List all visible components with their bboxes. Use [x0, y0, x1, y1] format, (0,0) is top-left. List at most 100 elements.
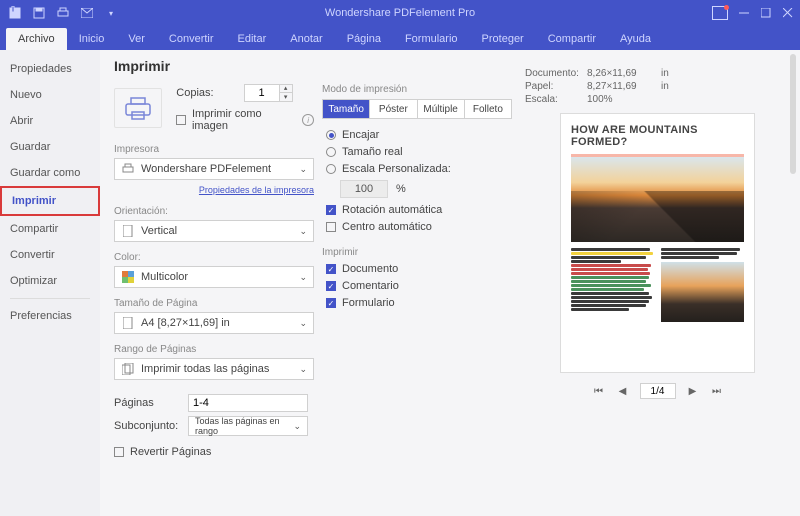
- preview-heading: HOW ARE MOUNTAINS FORMED?: [571, 124, 744, 148]
- preview-metadata: Documento:8,26×11,69in Papel:8,27×11,69i…: [525, 68, 790, 105]
- pager-first-button[interactable]: ⏮: [592, 384, 606, 398]
- fit-radio[interactable]: [326, 130, 336, 140]
- sidebar-item-optimizar[interactable]: Optimizar: [0, 268, 100, 294]
- pager-last-button[interactable]: ⏭: [710, 384, 724, 398]
- print-mode-segment: TamañoPósterMúltipleFolleto: [322, 99, 512, 119]
- copies-input: [245, 85, 279, 101]
- sidebar-item-compartir[interactable]: Compartir: [0, 216, 100, 242]
- copies-up[interactable]: ▴: [280, 85, 292, 93]
- menu-formulario[interactable]: Formulario: [393, 28, 470, 50]
- menu-página[interactable]: Página: [335, 28, 393, 50]
- mode-tab-múltiple[interactable]: Múltiple: [418, 100, 465, 118]
- orientation-select[interactable]: Vertical ⌄: [114, 220, 314, 242]
- print-icon[interactable]: [56, 6, 70, 20]
- pagesize-select[interactable]: A4 [8,27×11,69] in ⌄: [114, 312, 314, 334]
- sidebar-item-guardar[interactable]: Guardar: [0, 134, 100, 160]
- menu-compartir[interactable]: Compartir: [536, 28, 608, 50]
- percent-label: %: [396, 183, 406, 195]
- save-icon[interactable]: [32, 6, 46, 20]
- dropdown-icon[interactable]: ▾: [104, 6, 118, 20]
- auto-rotate-label: Rotación automática: [342, 204, 442, 216]
- close-button[interactable]: [782, 7, 794, 19]
- color-icon: [121, 270, 135, 284]
- page-icon: [121, 316, 135, 330]
- printer-properties-link[interactable]: Propiedades de la impresora: [199, 185, 314, 195]
- notification-icon[interactable]: [712, 6, 728, 20]
- printer-section-label: Impresora: [114, 144, 314, 155]
- print-document-label: Documento: [342, 263, 398, 275]
- print-as-image-label: Imprimir como imagen: [192, 108, 296, 132]
- preview-pager: ⏮ ◀ ▶ ⏭: [560, 383, 755, 399]
- pages-input[interactable]: [188, 394, 308, 412]
- menu-convertir[interactable]: Convertir: [157, 28, 226, 50]
- chevron-down-icon: ⌄: [299, 272, 307, 283]
- page-title: Imprimir: [114, 58, 314, 74]
- sidebar-item-propiedades[interactable]: Propiedades: [0, 56, 100, 82]
- pagerange-value: Imprimir todas las páginas: [141, 363, 269, 375]
- chevron-down-icon: ⌄: [293, 421, 301, 432]
- sidebar-item-imprimir[interactable]: Imprimir: [0, 186, 100, 216]
- menu-archivo[interactable]: Archivo: [6, 28, 67, 50]
- print-document-checkbox[interactable]: ✓: [326, 264, 336, 274]
- actual-size-label: Tamaño real: [342, 146, 403, 158]
- app-logo-icon: [8, 6, 22, 20]
- pager-field[interactable]: [640, 383, 676, 399]
- print-as-image-checkbox[interactable]: [176, 115, 186, 125]
- sidebar-item-abrir[interactable]: Abrir: [0, 108, 100, 134]
- chevron-down-icon: ⌄: [299, 164, 307, 175]
- subset-value: Todas las páginas en rango: [195, 416, 301, 436]
- menu-inicio[interactable]: Inicio: [67, 28, 117, 50]
- print-form-label: Formulario: [342, 297, 395, 309]
- auto-center-checkbox[interactable]: [326, 222, 336, 232]
- copies-label: Copias:: [176, 87, 213, 99]
- auto-rotate-checkbox[interactable]: ✓: [326, 205, 336, 215]
- printer-select[interactable]: Wondershare PDFelement ⌄: [114, 158, 314, 180]
- menu-ver[interactable]: Ver: [116, 28, 157, 50]
- subset-select[interactable]: Todas las páginas en rango ⌄: [188, 416, 308, 436]
- maximize-button[interactable]: [760, 7, 772, 19]
- pager-next-button[interactable]: ▶: [686, 384, 700, 398]
- mail-icon[interactable]: [80, 6, 94, 20]
- auto-center-label: Centro automático: [342, 221, 432, 233]
- pagerange-select[interactable]: Imprimir todas las páginas ⌄: [114, 358, 314, 380]
- copies-down[interactable]: ▾: [280, 93, 292, 101]
- chevron-down-icon: ⌄: [299, 364, 307, 375]
- print-form-checkbox[interactable]: ✓: [326, 298, 336, 308]
- copies-stepper[interactable]: ▴▾: [244, 84, 293, 102]
- app-title: Wondershare PDFelement Pro: [0, 7, 800, 19]
- print-panel: Imprimir Copias: ▴▾: [100, 50, 800, 516]
- menu-bar: ArchivoInicioVerConvertirEditarAnotarPág…: [0, 26, 800, 50]
- menu-ayuda[interactable]: Ayuda: [608, 28, 663, 50]
- sidebar-item-preferencias[interactable]: Preferencias: [0, 303, 100, 329]
- actual-size-radio[interactable]: [326, 147, 336, 157]
- sidebar-item-convertir[interactable]: Convertir: [0, 242, 100, 268]
- color-value: Multicolor: [141, 271, 188, 283]
- mode-tab-tamaño[interactable]: Tamaño: [323, 100, 370, 118]
- subset-label: Subconjunto:: [114, 420, 182, 432]
- custom-scale-input[interactable]: [340, 180, 388, 198]
- page-preview: HOW ARE MOUNTAINS FORMED?: [560, 113, 755, 373]
- menu-anotar[interactable]: Anotar: [278, 28, 334, 50]
- fit-label: Encajar: [342, 129, 379, 141]
- sidebar-item-nuevo[interactable]: Nuevo: [0, 82, 100, 108]
- reverse-pages-label: Revertir Páginas: [130, 446, 211, 458]
- range-icon: [121, 362, 135, 376]
- mode-tab-folleto[interactable]: Folleto: [465, 100, 511, 118]
- sidebar-item-guardar-como[interactable]: Guardar como: [0, 160, 100, 186]
- mode-tab-póster[interactable]: Póster: [370, 100, 417, 118]
- printer-illustration: [114, 88, 162, 128]
- pager-prev-button[interactable]: ◀: [616, 384, 630, 398]
- orientation-icon: [121, 224, 135, 238]
- printer-value: Wondershare PDFelement: [141, 163, 271, 175]
- pagerange-section-label: Rango de Páginas: [114, 344, 314, 355]
- info-icon[interactable]: i: [302, 114, 314, 126]
- menu-proteger[interactable]: Proteger: [470, 28, 536, 50]
- custom-scale-radio[interactable]: [326, 164, 336, 174]
- print-mode-label: Modo de impresión: [322, 84, 517, 95]
- print-comment-checkbox[interactable]: ✓: [326, 281, 336, 291]
- color-select[interactable]: Multicolor ⌄: [114, 266, 314, 288]
- reverse-pages-checkbox[interactable]: [114, 447, 124, 457]
- minimize-button[interactable]: [738, 7, 750, 19]
- menu-editar[interactable]: Editar: [226, 28, 279, 50]
- file-sidebar: PropiedadesNuevoAbrirGuardarGuardar como…: [0, 50, 100, 516]
